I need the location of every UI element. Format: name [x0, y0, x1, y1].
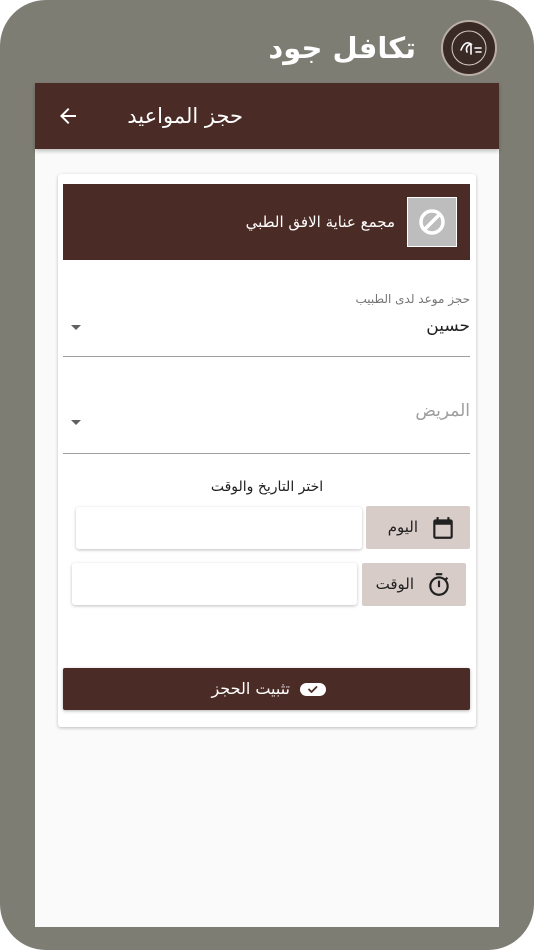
patient-field-placeholder: المريض	[415, 401, 470, 421]
calendar-icon	[433, 517, 453, 539]
confirm-booking-label: تثبيت الحجز	[211, 679, 290, 698]
date-input[interactable]	[76, 507, 362, 549]
dropdown-caret-icon	[71, 325, 81, 330]
doctor-field-label: حجز موعد لدى الطبيب	[355, 292, 470, 306]
doctor-field-value: حسين	[426, 316, 470, 336]
logo-emblem-icon	[451, 30, 487, 66]
clinic-name: مجمع عناية الافق الطبي	[245, 213, 395, 231]
patient-dropdown[interactable]: المريض	[63, 388, 470, 454]
page-title: حجز المواعيد	[127, 104, 243, 128]
confirm-booking-button[interactable]: تثبيت الحجز	[63, 668, 470, 710]
pick-date-label: اليوم	[387, 518, 418, 536]
screen: حجز المواعيد مجمع عناية الافق الطبي حجز …	[35, 83, 499, 927]
stopwatch-icon	[429, 573, 449, 596]
pick-date-button[interactable]: اليوم	[366, 506, 470, 549]
toggle-check-icon	[300, 683, 326, 696]
app-title: تكافل جود	[268, 31, 416, 65]
datetime-heading: اختر التاريخ والوقت	[210, 479, 324, 495]
app-bar: حجز المواعيد	[35, 83, 499, 149]
device-frame: تكافل جود حجز المواعيد مجمع عناية الافق …	[0, 0, 534, 950]
pick-time-button[interactable]: الوقت	[362, 563, 466, 606]
app-logo	[441, 20, 497, 76]
doctor-dropdown[interactable]: حجز موعد لدى الطبيب حسين	[63, 292, 470, 357]
arrow-back-icon	[60, 108, 76, 124]
no-image-icon	[419, 209, 445, 235]
dropdown-caret-icon	[71, 420, 81, 425]
clinic-banner: مجمع عناية الافق الطبي	[63, 184, 470, 260]
back-button[interactable]	[53, 101, 83, 131]
pick-time-label: الوقت	[375, 575, 414, 593]
time-input[interactable]	[72, 563, 357, 605]
booking-card: مجمع عناية الافق الطبي حجز موعد لدى الطب…	[58, 174, 476, 727]
clinic-image	[407, 197, 457, 247]
